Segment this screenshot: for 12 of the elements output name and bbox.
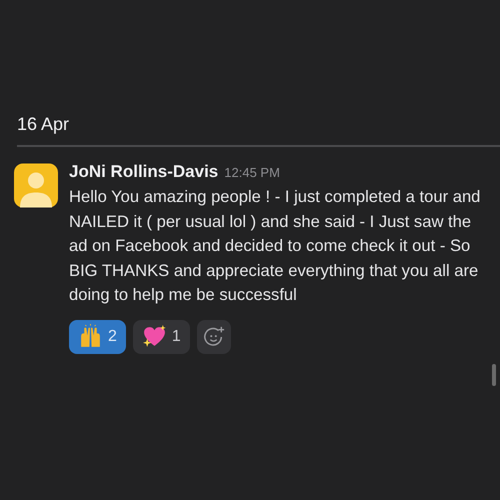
sparkling-heart-icon <box>142 324 167 350</box>
scrollbar[interactable] <box>492 364 496 386</box>
reaction-button[interactable]: 2 <box>69 320 126 354</box>
avatar-icon[interactable] <box>14 163 58 208</box>
author-name[interactable]: JoNi Rollins-Davis <box>69 162 218 182</box>
add-reaction-button[interactable] <box>196 320 231 354</box>
reaction-button[interactable]: 1 <box>132 320 190 354</box>
timestamp: 12:45 PM <box>224 165 280 180</box>
date-label: 16 Apr <box>17 114 70 134</box>
smiley-plus-icon <box>202 326 225 348</box>
raised-hands-icon <box>78 324 103 350</box>
message-text: Hello You amazing people ! - I just completed a tour and NAILED it ( per usual lol ) and she said - I Just saw the ad on Facebook and decided to come check it out - So BIG THANKS and appreciate everything that you all are doing to help me be successful <box>69 186 482 306</box>
